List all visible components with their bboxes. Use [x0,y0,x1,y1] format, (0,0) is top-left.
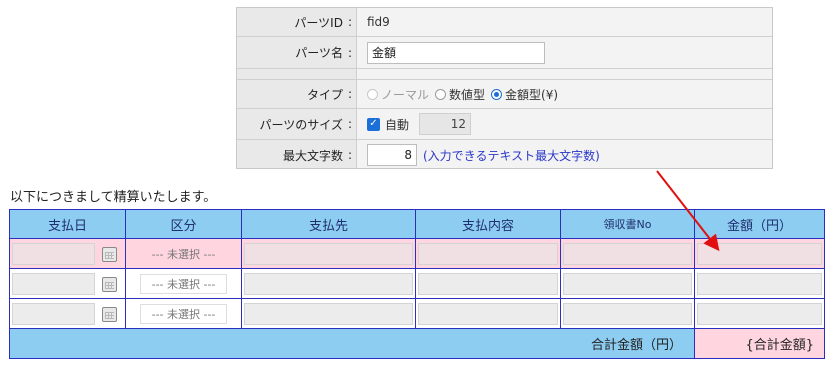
calendar-icon[interactable] [102,277,117,292]
type-radio-normal[interactable]: ノーマル [367,86,429,103]
parts-name-row: パーツ名: 金額 [237,37,772,69]
category-select[interactable]: --- 未選択 --- [140,273,227,294]
payee-input[interactable] [244,302,413,325]
header-payment-date: 支払日 [9,209,126,239]
amount-input[interactable] [697,302,822,325]
header-description: 支払内容 [415,209,561,239]
max-chars-input[interactable]: 8 [367,144,417,166]
description-input[interactable] [418,242,558,265]
total-row: 合計金額（円） {合計金額} [9,328,825,359]
size-label: パーツのサイズ [259,117,343,132]
intro-text: 以下につきまして精算いたします。 [10,190,217,205]
parts-name-input[interactable]: 金額 [367,41,545,64]
calendar-icon[interactable] [102,307,117,322]
calendar-icon[interactable] [102,247,117,262]
radio-normal-icon [367,88,378,100]
description-input[interactable] [418,272,558,295]
table-row: --- 未選択 --- [9,238,825,269]
payee-input[interactable] [244,272,413,295]
max-chars-label: 最大文字数 [282,148,343,163]
category-select[interactable]: --- 未選択 --- [140,303,227,324]
size-row: パーツのサイズ: ✓ 自動 12 [237,109,772,140]
total-amount: {合計金額} [694,328,825,359]
size-field[interactable]: 12 [419,113,472,135]
header-payee: 支払先 [241,209,416,239]
parts-id-label: パーツID [294,15,343,30]
date-input[interactable] [12,242,95,265]
expense-table: 支払日 区分 支払先 支払内容 領収書No 金額（円） --- 未選択 --- … [9,209,825,359]
header-amount: 金額（円） [694,209,825,239]
property-panel: パーツID: fid9 パーツ名: 金額 タイプ: ノーマル 数値型 金額型(¥… [236,7,773,169]
table-row: --- 未選択 --- [9,298,825,329]
parts-id-row: パーツID: fid9 [237,8,772,37]
auto-size-checkbox[interactable]: ✓ [367,117,380,131]
type-radio-currency[interactable]: 金額型(¥) [491,86,558,103]
max-chars-hint: (入力できるテキスト最大文字数) [423,148,600,163]
radio-numeric-icon [435,88,447,100]
header-category: 区分 [125,209,242,239]
amount-input[interactable] [697,242,822,265]
receipt-no-input[interactable] [563,242,692,265]
date-input[interactable] [12,272,95,295]
spacer-row [237,69,772,80]
parts-id-value: fid9 [367,15,390,29]
parts-name-label: パーツ名 [295,46,343,60]
type-row: タイプ: ノーマル 数値型 金額型(¥) [237,80,772,109]
max-chars-row: 最大文字数: 8 (入力できるテキスト最大文字数) [237,140,772,168]
amount-input[interactable] [697,272,822,295]
auto-size-label: 自動 [385,117,410,132]
description-input[interactable] [418,302,558,325]
category-select[interactable]: --- 未選択 --- [140,243,227,264]
table-header-row: 支払日 区分 支払先 支払内容 領収書No 金額（円） [9,209,825,239]
total-label: 合計金額（円） [9,328,695,359]
type-radio-numeric[interactable]: 数値型 [435,86,485,103]
receipt-no-input[interactable] [563,272,692,295]
payee-input[interactable] [244,242,413,265]
table-row: --- 未選択 --- [9,268,825,299]
type-label: タイプ [306,87,343,102]
date-input[interactable] [12,302,95,325]
receipt-no-input[interactable] [563,302,692,325]
radio-currency-icon [491,88,503,100]
header-receipt-no: 領収書No [560,209,695,239]
